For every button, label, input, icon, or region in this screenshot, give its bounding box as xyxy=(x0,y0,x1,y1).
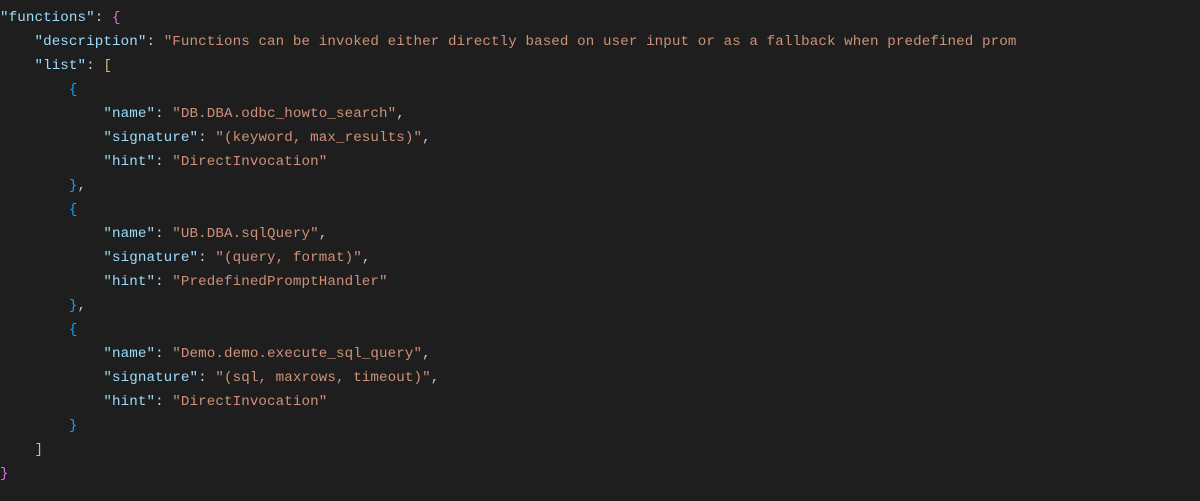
key-name: "name" xyxy=(103,226,155,242)
line: { xyxy=(0,202,78,218)
val-hint-0: "DirectInvocation" xyxy=(172,154,327,170)
key-name: "name" xyxy=(103,346,155,362)
line: "signature": "(keyword, max_results)", xyxy=(0,130,431,146)
line: "name": "DB.DBA.odbc_howto_search", xyxy=(0,106,405,122)
line: "hint": "DirectInvocation" xyxy=(0,154,327,170)
val-signature-0: "(keyword, max_results)" xyxy=(215,130,422,146)
key-hint: "hint" xyxy=(103,154,155,170)
line: "name": "UB.DBA.sqlQuery", xyxy=(0,226,327,242)
line: "hint": "DirectInvocation" xyxy=(0,394,327,410)
key-signature: "signature" xyxy=(103,250,198,266)
val-name-2: "Demo.demo.execute_sql_query" xyxy=(172,346,422,362)
key-signature: "signature" xyxy=(103,370,198,386)
line: "functions": { xyxy=(0,10,121,26)
key-description: "description" xyxy=(34,34,146,50)
key-name: "name" xyxy=(103,106,155,122)
val-hint-1: "PredefinedPromptHandler" xyxy=(172,274,387,290)
line: }, xyxy=(0,298,86,314)
line: "name": "Demo.demo.execute_sql_query", xyxy=(0,346,431,362)
key-functions: "functions" xyxy=(0,10,95,26)
key-hint: "hint" xyxy=(103,274,155,290)
line: "signature": "(sql, maxrows, timeout)", xyxy=(0,370,439,386)
json-code-block[interactable]: "functions": { "description": "Functions… xyxy=(0,0,1200,486)
line: "list": [ xyxy=(0,58,112,74)
line: "description": "Functions can be invoked… xyxy=(0,34,1016,50)
val-signature-1: "(query, format)" xyxy=(215,250,361,266)
val-description: "Functions can be invoked either directl… xyxy=(164,34,1017,50)
line: { xyxy=(0,322,78,338)
val-signature-2: "(sql, maxrows, timeout)" xyxy=(215,370,430,386)
key-hint: "hint" xyxy=(103,394,155,410)
line: }, xyxy=(0,178,86,194)
key-list: "list" xyxy=(34,58,86,74)
line: } xyxy=(0,466,9,482)
key-signature: "signature" xyxy=(103,130,198,146)
line: ] xyxy=(0,442,43,458)
line: } xyxy=(0,418,78,434)
line: "signature": "(query, format)", xyxy=(0,250,370,266)
val-name-0: "DB.DBA.odbc_howto_search" xyxy=(172,106,396,122)
val-hint-2: "DirectInvocation" xyxy=(172,394,327,410)
line: "hint": "PredefinedPromptHandler" xyxy=(0,274,388,290)
line: { xyxy=(0,82,78,98)
val-name-1: "UB.DBA.sqlQuery" xyxy=(172,226,318,242)
